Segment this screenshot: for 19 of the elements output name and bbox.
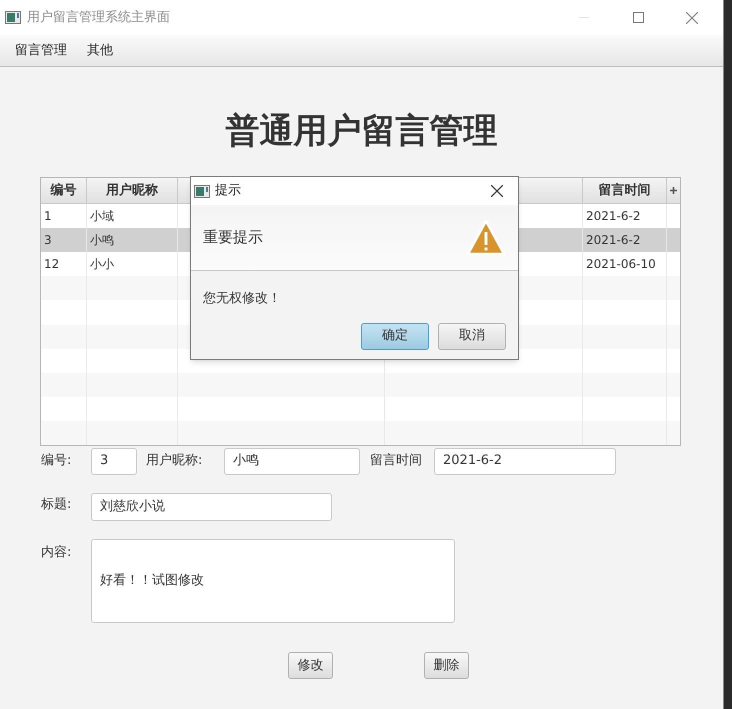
- page-heading: 普通用户留言管理: [226, 110, 498, 153]
- dialog-title: 提示: [215, 182, 241, 200]
- table-cell-text: 2021-6-2: [586, 232, 640, 250]
- table-cell-text: 小鸣: [90, 232, 114, 250]
- id-label: 编号:: [41, 452, 72, 470]
- time-label: 留言时间: [370, 452, 423, 470]
- dialog-header: 重要提示: [203, 227, 263, 248]
- table-cell-text: 小域: [90, 208, 114, 226]
- table-cell-text: 12: [44, 256, 60, 274]
- table-cell-text: 3: [44, 232, 52, 250]
- table-cell-text: 2021-6-2: [586, 208, 640, 226]
- window-title: 用户留言管理系统主界面: [27, 8, 170, 27]
- nickname-label: 用户昵称:: [146, 452, 204, 470]
- table-cell-text: 1: [44, 208, 52, 226]
- table-cell-text: 2021-06-10: [586, 256, 656, 274]
- dialog-message: 您无权修改！: [203, 290, 282, 308]
- title-label: 标题:: [41, 496, 72, 514]
- content-label: 内容:: [41, 544, 72, 562]
- table-cell-text: 小小: [90, 256, 114, 274]
